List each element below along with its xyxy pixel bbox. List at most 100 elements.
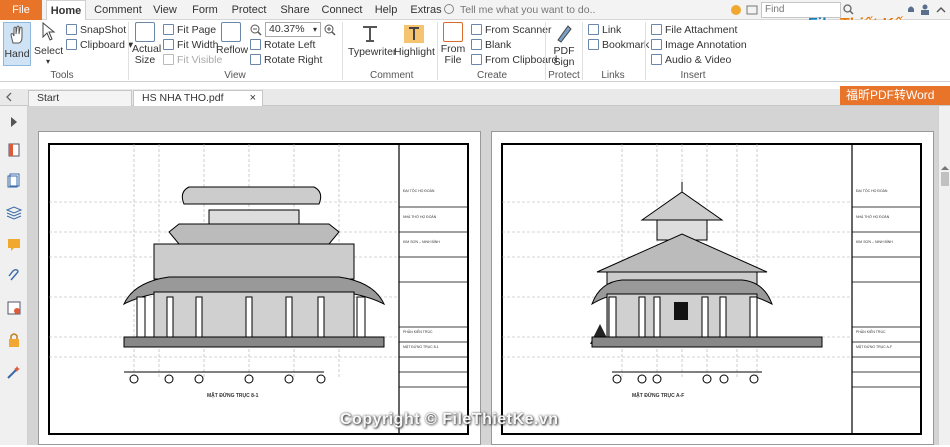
insert-group-label: Insert xyxy=(680,70,706,81)
scrollbar-thumb[interactable] xyxy=(941,172,949,186)
drawing-1: MẶT ĐỨNG TRỤC 8-1 xyxy=(403,345,439,349)
link-button[interactable]: Link xyxy=(588,24,621,36)
select-tool-button[interactable]: Select ▾ xyxy=(34,21,63,66)
ribbon-toolbar: Hand Select ▾ SnapShot Clipboard ▾ Tools… xyxy=(0,20,950,82)
pdf-page-1[interactable]: MẶT ĐỨNG TRỤC 8-1 ĐẠI TỘC HỌ ĐOÀN NHÀ TH… xyxy=(38,131,481,445)
rotate-right-button[interactable]: Rotate Right xyxy=(250,54,322,66)
pen-icon xyxy=(557,25,572,43)
chevron-down-icon: ▾ xyxy=(45,57,50,66)
tab-protect[interactable]: Protect xyxy=(228,0,270,20)
protect-group-label: Protect xyxy=(548,70,580,81)
clipboard-icon xyxy=(66,39,77,50)
fit-page-button[interactable]: Fit Page xyxy=(163,24,216,36)
signature-icon[interactable] xyxy=(6,300,22,316)
tab-start[interactable]: Start xyxy=(28,90,132,106)
copyright-watermark: Copyright © FileThietKe.vn xyxy=(340,411,559,428)
fit-width-icon xyxy=(163,39,174,50)
tell-me-text: Tell me what you want to do.. xyxy=(460,4,596,16)
pdf-page-2[interactable]: MẶT ĐỨNG TRỤC A-F ĐẠI TỘC HỌ ĐOÀN NHÀ TH… xyxy=(491,131,934,445)
tab-view[interactable]: View xyxy=(148,0,182,20)
phase-2: PHẦN KIẾN TRÚC xyxy=(856,330,886,334)
project-1: NHÀ THỜ HỌ ĐOÀN xyxy=(403,215,437,219)
file-attachment-button[interactable]: File Attachment xyxy=(651,24,737,36)
rotate-left-button[interactable]: Rotate Left xyxy=(250,39,315,51)
create-group-label: Create xyxy=(476,70,507,81)
tab-hs-nha-tho[interactable]: HS NHA THO.pdf × xyxy=(133,90,263,106)
image-icon xyxy=(651,39,662,50)
scanner-icon xyxy=(471,24,482,35)
scroll-up-icon[interactable] xyxy=(940,164,950,172)
pdf-to-word-banner[interactable]: 福昕PDF转Word xyxy=(840,86,950,105)
from-file-button[interactable]: From File xyxy=(440,22,466,66)
blank-button[interactable]: Blank xyxy=(471,39,511,51)
notification-icon[interactable] xyxy=(906,4,916,15)
clipboard-icon xyxy=(471,54,482,65)
actual-size-button[interactable]: Actual Size xyxy=(132,22,161,66)
file-menu-tab[interactable]: File xyxy=(0,0,42,20)
left-sidebar xyxy=(0,106,28,445)
bookmark-button[interactable]: Bookmark xyxy=(588,39,649,51)
rotate-left-icon xyxy=(250,39,261,50)
owner-2: ĐẠI TỘC HỌ ĐOÀN xyxy=(856,189,888,193)
comment-icon[interactable] xyxy=(6,236,22,252)
tools-group-label: Tools xyxy=(50,70,74,81)
skin-icon[interactable] xyxy=(746,4,758,16)
cursor-icon xyxy=(42,21,56,41)
hand-tool-button[interactable]: Hand xyxy=(3,22,31,66)
tab-share[interactable]: Share xyxy=(278,0,312,20)
tab-comment[interactable]: Comment xyxy=(92,0,144,20)
link-icon xyxy=(588,24,599,35)
lightbulb-icon xyxy=(444,4,454,14)
zoom-out-icon[interactable] xyxy=(250,24,262,36)
fit-visible-icon xyxy=(163,54,174,65)
reflow-button[interactable]: Reflow xyxy=(216,22,248,56)
expand-arrow-icon[interactable] xyxy=(6,114,22,130)
fit-page-icon xyxy=(163,24,174,35)
thumbnail-icon[interactable] xyxy=(6,172,22,188)
project-2: NHÀ THỜ HỌ ĐOÀN xyxy=(856,215,890,219)
tell-me-box[interactable]: Tell me what you want to do.. xyxy=(444,0,595,20)
video-icon xyxy=(651,54,662,65)
drawing-title-1: MẶT ĐỨNG TRỤC 8-1 xyxy=(207,393,259,399)
fit-width-button[interactable]: Fit Width xyxy=(163,39,218,51)
tab-connect[interactable]: Connect xyxy=(320,0,364,20)
snapshot-button[interactable]: SnapShot xyxy=(66,24,126,36)
tab-form[interactable]: Form xyxy=(188,0,222,20)
typewriter-button[interactable]: Typewriter xyxy=(348,24,396,58)
links-group-label: Links xyxy=(601,70,625,81)
close-icon[interactable]: × xyxy=(250,91,256,106)
drawing-title-2: MẶT ĐỨNG TRỤC A-F xyxy=(632,393,685,399)
vertical-scrollbar[interactable] xyxy=(938,106,950,445)
chevron-left-icon[interactable] xyxy=(4,92,14,102)
tab-help[interactable]: Help xyxy=(372,0,400,20)
pdf-sign-button[interactable]: PDF Sign xyxy=(550,22,578,68)
image-annotation-button[interactable]: Image Annotation xyxy=(651,39,747,51)
layers-icon[interactable] xyxy=(6,204,22,220)
attachment-icon xyxy=(651,24,662,35)
fit-visible-button[interactable]: Fit Visible xyxy=(163,54,222,66)
highlight-button[interactable]: Highlight xyxy=(394,24,435,58)
chevron-down-icon: ▾ xyxy=(312,25,317,34)
heart-icon[interactable] xyxy=(730,4,742,16)
pdf-file-icon xyxy=(443,22,463,42)
lock-icon[interactable] xyxy=(6,332,22,348)
chevron-up-icon[interactable] xyxy=(936,5,946,15)
zoom-in-icon[interactable] xyxy=(324,24,336,36)
tab-home[interactable]: Home xyxy=(46,0,86,21)
wand-icon[interactable] xyxy=(6,364,22,380)
tab-extras[interactable]: Extras xyxy=(410,0,442,20)
account-icon[interactable] xyxy=(920,4,930,15)
camera-icon xyxy=(66,24,77,35)
pages-icon[interactable] xyxy=(6,142,22,158)
location-1: KIM SƠN – NINH BÌNH xyxy=(403,240,440,244)
blank-page-icon xyxy=(471,39,482,50)
from-scanner-button[interactable]: From Scanner xyxy=(471,24,552,36)
hand-icon xyxy=(10,25,23,44)
clipboard-button[interactable]: Clipboard ▾ xyxy=(66,39,133,51)
document-canvas[interactable]: MẶT ĐỨNG TRỤC 8-1 ĐẠI TỘC HỌ ĐOÀN NHÀ TH… xyxy=(28,106,938,445)
search-icon[interactable] xyxy=(843,4,854,15)
audio-video-button[interactable]: Audio & Video xyxy=(651,54,731,66)
zoom-level-select[interactable]: 40.37% ▾ xyxy=(265,22,321,37)
owner-1: ĐẠI TỘC HỌ ĐOÀN xyxy=(403,189,435,193)
attachment-icon[interactable] xyxy=(6,268,22,284)
